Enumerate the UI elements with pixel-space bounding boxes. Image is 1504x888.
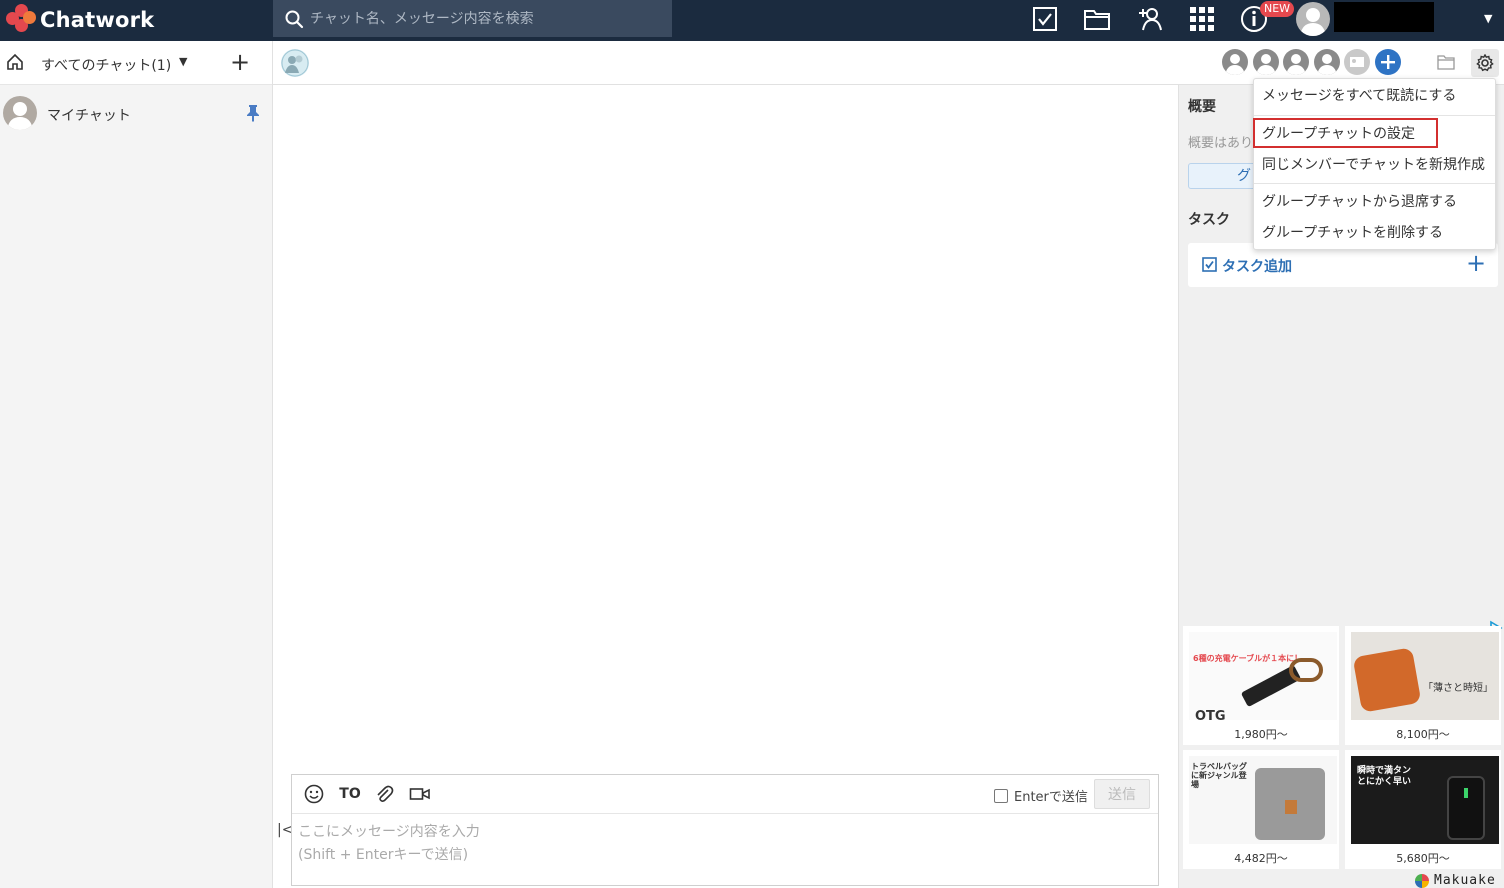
- home-icon[interactable]: [6, 53, 24, 71]
- ad-price: 4,482円～: [1234, 852, 1288, 865]
- send-button[interactable]: 送信: [1094, 779, 1150, 809]
- room-icon[interactable]: [281, 49, 309, 77]
- pin-icon[interactable]: [246, 104, 260, 122]
- highlight-annotation: [1253, 118, 1438, 148]
- menu-item-delete-group[interactable]: グループチャットを削除する: [1254, 218, 1497, 248]
- enter-send-option[interactable]: Enterで送信: [994, 786, 1088, 805]
- sidebar-item-mychat[interactable]: マイチャット: [0, 94, 272, 132]
- task-heading: タスク: [1188, 212, 1230, 228]
- top-header: Chatwork NEW ▼: [0, 0, 1504, 41]
- sponsor-logo[interactable]: Makuake: [1415, 873, 1496, 888]
- ad-card[interactable]: 6種の充電ケーブルが１本に！ OTG 1,980円～: [1183, 626, 1339, 745]
- add-member-button[interactable]: [1374, 49, 1401, 75]
- ad-card[interactable]: トラベルバッグに新ジャンル登場 4,482円～: [1183, 750, 1339, 869]
- search-input[interactable]: [310, 10, 650, 27]
- sidebar-header: すべてのチャット(1) ▼ +: [0, 41, 272, 85]
- message-composer: TO Enterで送信 送信 ここにメッセージ内容を入力 (Shift + En…: [291, 774, 1159, 886]
- ad-headline: トラベルバッグに新ジャンル登場: [1191, 762, 1247, 789]
- plus-icon: [1380, 55, 1395, 69]
- search-bar: [273, 0, 672, 37]
- member-list: [1222, 49, 1405, 75]
- search-icon[interactable]: [280, 5, 308, 33]
- attachment-icon[interactable]: [374, 784, 394, 804]
- sponsor-name: Makuake: [1434, 873, 1496, 888]
- account-menu-caret-icon[interactable]: ▼: [1484, 12, 1492, 25]
- room-name: マイチャット: [47, 108, 131, 124]
- menu-item-new-chat-same-members[interactable]: 同じメンバーでチャットを新規作成: [1254, 150, 1497, 180]
- new-badge: NEW: [1260, 1, 1295, 17]
- room-settings-button[interactable]: [1471, 49, 1499, 77]
- task-add-label: タスク追加: [1222, 259, 1292, 275]
- gear-icon: [1476, 54, 1494, 72]
- video-call-icon[interactable]: [409, 784, 431, 804]
- ad-card[interactable]: 瞬時で満タンとにかく早い 5,680円～: [1345, 750, 1501, 869]
- member-avatar[interactable]: [1344, 49, 1370, 75]
- ad-card[interactable]: 「薄さと時短」 8,100円～: [1345, 626, 1501, 745]
- ad-image: 6種の充電ケーブルが１本に！ OTG: [1189, 632, 1337, 720]
- menu-divider: [1254, 115, 1495, 116]
- summary-text: 概要はあり: [1188, 136, 1254, 151]
- ad-image: 瞬時で満タンとにかく早い: [1351, 756, 1499, 844]
- enter-send-label: Enterで送信: [1014, 790, 1088, 805]
- ad-price: 8,100円～: [1396, 728, 1450, 741]
- summary-heading: 概要: [1188, 99, 1216, 115]
- member-avatar[interactable]: [1283, 49, 1309, 75]
- ad-image: トラベルバッグに新ジャンル登場: [1189, 756, 1337, 844]
- add-task-button[interactable]: +: [1466, 249, 1486, 277]
- ad-tag: OTG: [1195, 709, 1226, 720]
- message-placeholder-hint: (Shift + Enterキーで送信): [298, 847, 469, 863]
- ad-headline: 「薄さと時短」: [1423, 683, 1493, 694]
- emoji-icon[interactable]: [304, 784, 324, 804]
- folder-icon[interactable]: [1437, 54, 1455, 70]
- message-input[interactable]: ここにメッセージ内容を入力 (Shift + Enterキーで送信): [292, 814, 1158, 874]
- ad-price: 5,680円～: [1396, 852, 1450, 865]
- user-avatar[interactable]: [1296, 2, 1330, 36]
- enter-send-checkbox[interactable]: [994, 788, 1008, 803]
- member-avatar[interactable]: [1252, 49, 1279, 75]
- member-avatar[interactable]: [1222, 49, 1248, 75]
- redacted-username[interactable]: [1334, 2, 1434, 32]
- task-icon[interactable]: [1030, 4, 1060, 34]
- ad-headline: 瞬時で満タンとにかく早い: [1357, 766, 1412, 787]
- room-settings-menu: メッセージをすべて既読にする グループチャットの設定 同じメンバーでチャットを新…: [1253, 78, 1496, 250]
- apps-grid-icon[interactable]: [1187, 4, 1217, 34]
- ad-panel: 6種の充電ケーブルが１本に！ OTG 1,980円～ 「薄さと時短」 8,100…: [1178, 620, 1504, 888]
- add-chat-button[interactable]: +: [229, 49, 251, 75]
- message-placeholder: ここにメッセージ内容を入力: [298, 824, 480, 840]
- app-name: Chatwork: [40, 8, 155, 32]
- member-avatar[interactable]: [1313, 49, 1340, 75]
- contact-add-icon[interactable]: [1135, 4, 1165, 34]
- ad-headline: 6種の充電ケーブルが１本に！: [1193, 654, 1303, 663]
- makuake-logo-icon: [1415, 873, 1429, 888]
- chevron-down-icon[interactable]: ▼: [179, 55, 187, 68]
- composer-toolbar: TO Enterで送信 送信: [292, 775, 1158, 814]
- logo-mark-icon: [4, 4, 38, 36]
- avatar: [3, 96, 37, 130]
- task-checkbox-icon: [1202, 257, 1217, 272]
- menu-divider: [1254, 183, 1495, 184]
- message-timeline[interactable]: [273, 85, 1178, 775]
- sidebar: すべてのチャット(1) ▼ + マイチャット: [0, 41, 273, 888]
- menu-item-leave-group[interactable]: グループチャットから退席する: [1254, 187, 1497, 217]
- file-icon[interactable]: [1082, 4, 1112, 34]
- chat-filter-label[interactable]: すべてのチャット(1): [41, 55, 171, 75]
- ad-price: 1,980円～: [1234, 728, 1288, 741]
- chatwork-logo[interactable]: Chatwork: [4, 3, 154, 37]
- menu-item-mark-all-read[interactable]: メッセージをすべて既読にする: [1254, 81, 1497, 111]
- to-button[interactable]: TO: [338, 784, 362, 804]
- ad-image: 「薄さと時短」: [1351, 632, 1499, 720]
